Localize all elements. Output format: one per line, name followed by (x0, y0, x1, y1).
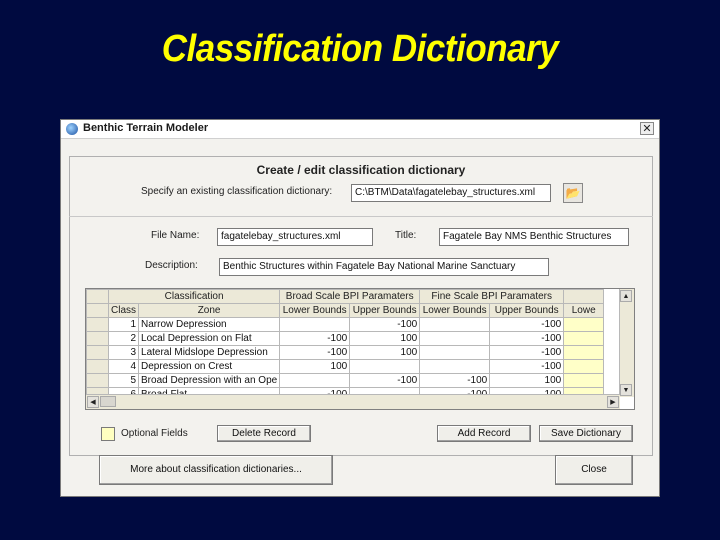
cell-fine-lower[interactable]: -100 (419, 373, 491, 388)
cell-fine-upper[interactable]: -100 (489, 359, 565, 374)
cell-optional[interactable] (563, 317, 605, 332)
cell-optional[interactable] (563, 331, 605, 346)
grid-table: Classification Broad Scale BPI Paramater… (86, 289, 605, 402)
column-header-broad-lower[interactable]: Lower Bounds (279, 303, 351, 318)
row-selector[interactable] (86, 317, 109, 332)
table-row[interactable]: 3 Lateral Midslope Depression -100 100 -… (86, 345, 605, 360)
cell-class[interactable]: 1 (107, 317, 140, 332)
title-label: Title: (395, 230, 417, 241)
table-row[interactable]: 4 Depression on Crest 100 -100 (86, 359, 605, 374)
group-header-fine-bpi: Fine Scale BPI Paramaters (419, 289, 565, 304)
dictionary-path-field[interactable]: C:\BTM\Data\fagatelebay_structures.xml (351, 184, 551, 202)
cell-optional[interactable] (563, 373, 605, 388)
cell-optional[interactable] (563, 345, 605, 360)
column-header-zone[interactable]: Zone (138, 303, 281, 318)
cell-broad-upper[interactable]: 100 (349, 345, 421, 360)
vertical-scrollbar[interactable]: ▲ ▼ (619, 289, 634, 397)
cell-zone[interactable]: Lateral Midslope Depression (138, 345, 281, 360)
table-row[interactable]: 1 Narrow Depression -100 -100 (86, 317, 605, 332)
cell-fine-lower[interactable] (419, 317, 491, 332)
column-header-lower-cut[interactable]: Lowe (563, 303, 605, 318)
cell-fine-upper[interactable]: -100 (489, 331, 565, 346)
title-field[interactable]: Fagatele Bay NMS Benthic Structures (439, 228, 629, 246)
group-header-broad-bpi: Broad Scale BPI Paramaters (279, 289, 421, 304)
cell-zone[interactable]: Local Depression on Flat (138, 331, 281, 346)
scroll-right-icon[interactable]: ▶ (607, 396, 619, 408)
scroll-down-icon[interactable]: ▼ (620, 384, 632, 396)
file-name-field[interactable]: fagatelebay_structures.xml (217, 228, 373, 246)
row-header-corner (86, 303, 109, 318)
description-label: Description: (145, 260, 198, 271)
cell-class[interactable]: 4 (107, 359, 140, 374)
table-row[interactable]: 2 Local Depression on Flat -100 100 -100 (86, 331, 605, 346)
add-record-button[interactable]: Add Record (437, 425, 531, 442)
file-name-label: File Name: (151, 230, 200, 241)
horizontal-scrollbar[interactable]: ◀ ▶ (86, 394, 620, 409)
column-header-broad-upper[interactable]: Upper Bounds (349, 303, 421, 318)
dialog-window: Benthic Terrain Modeler ✕ Create / edit … (60, 119, 660, 497)
column-header-class[interactable]: Class (107, 303, 140, 318)
specify-label: Specify an existing classification dicti… (141, 186, 333, 197)
cell-fine-lower[interactable] (419, 345, 491, 360)
section-divider (69, 216, 653, 217)
cell-broad-upper[interactable]: -100 (349, 373, 421, 388)
cell-zone[interactable]: Narrow Depression (138, 317, 281, 332)
window-titlebar[interactable]: Benthic Terrain Modeler ✕ (61, 120, 659, 139)
cell-broad-lower[interactable] (279, 373, 351, 388)
window-title: Benthic Terrain Modeler (83, 122, 209, 134)
app-icon (66, 123, 78, 135)
description-field[interactable]: Benthic Structures within Fagatele Bay N… (219, 258, 549, 276)
group-header-overflow (563, 289, 605, 304)
row-selector[interactable] (86, 373, 109, 388)
cell-zone[interactable]: Broad Depression with an Ope (138, 373, 281, 388)
cell-broad-upper[interactable] (349, 359, 421, 374)
cell-fine-upper[interactable]: 100 (489, 373, 565, 388)
cell-broad-upper[interactable]: 100 (349, 331, 421, 346)
column-header-fine-upper[interactable]: Upper Bounds (489, 303, 565, 318)
group-header-classification: Classification (107, 289, 281, 304)
horizontal-scroll-thumb[interactable] (100, 396, 116, 407)
row-selector[interactable] (86, 359, 109, 374)
cell-zone[interactable]: Depression on Crest (138, 359, 281, 374)
scroll-left-icon[interactable]: ◀ (87, 396, 99, 408)
close-icon[interactable]: ✕ (640, 122, 654, 135)
row-header-corner (86, 289, 109, 304)
close-button[interactable]: Close (555, 455, 633, 485)
scroll-up-icon[interactable]: ▲ (620, 290, 632, 302)
cell-class[interactable]: 5 (107, 373, 140, 388)
cell-broad-lower[interactable]: 100 (279, 359, 351, 374)
cell-fine-upper[interactable]: -100 (489, 317, 565, 332)
column-header-fine-lower[interactable]: Lower Bounds (419, 303, 491, 318)
optional-fields-label: Optional Fields (121, 428, 188, 439)
cell-class[interactable]: 3 (107, 345, 140, 360)
cell-broad-lower[interactable]: -100 (279, 331, 351, 346)
cell-class[interactable]: 2 (107, 331, 140, 346)
cell-broad-upper[interactable]: -100 (349, 317, 421, 332)
row-selector[interactable] (86, 345, 109, 360)
folder-open-icon[interactable]: 📂 (563, 183, 583, 203)
optional-fields-swatch (101, 427, 115, 441)
cell-fine-lower[interactable] (419, 331, 491, 346)
more-about-button[interactable]: More about classification dictionaries..… (99, 455, 333, 485)
cell-broad-lower[interactable] (279, 317, 351, 332)
table-row[interactable]: 5 Broad Depression with an Ope -100 -100… (86, 373, 605, 388)
cell-optional[interactable] (563, 359, 605, 374)
row-selector[interactable] (86, 331, 109, 346)
dialog-heading: Create / edit classification dictionary (256, 163, 466, 177)
classification-grid[interactable]: Classification Broad Scale BPI Paramater… (85, 288, 635, 410)
delete-record-button[interactable]: Delete Record (217, 425, 311, 442)
cell-fine-lower[interactable] (419, 359, 491, 374)
cell-broad-lower[interactable]: -100 (279, 345, 351, 360)
save-dictionary-button[interactable]: Save Dictionary (539, 425, 633, 442)
slide-title: Classification Dictionary (161, 28, 559, 70)
cell-fine-upper[interactable]: -100 (489, 345, 565, 360)
